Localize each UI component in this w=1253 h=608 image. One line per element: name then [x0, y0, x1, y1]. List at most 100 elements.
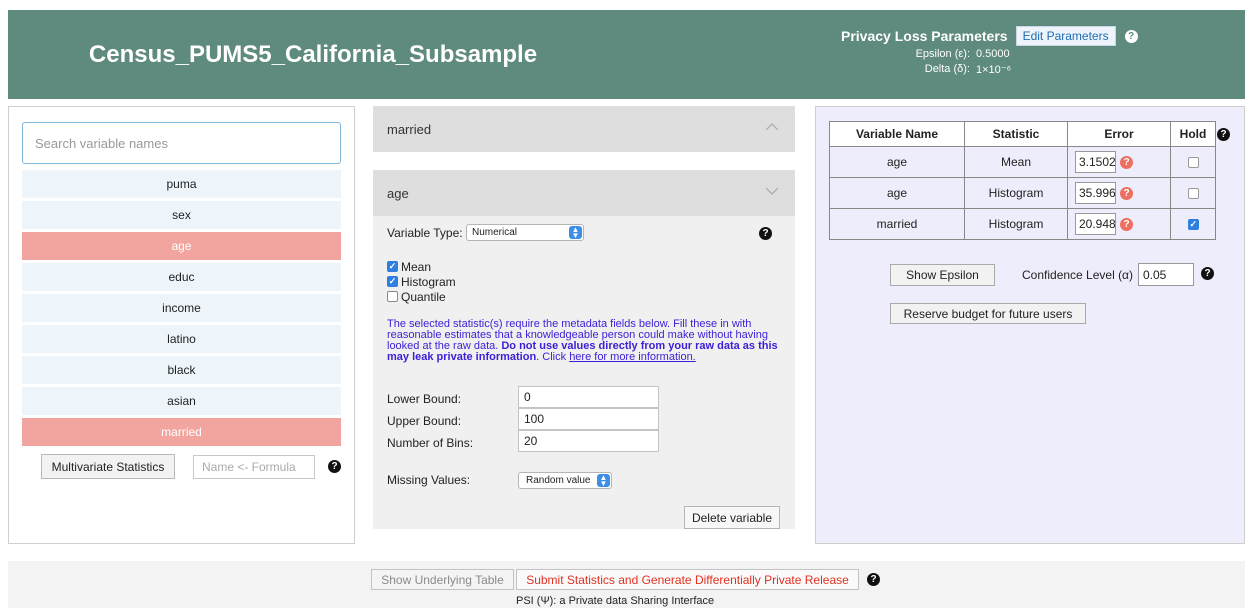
variable-label: black [167, 363, 196, 377]
table-row: married Histogram 20.948? [829, 208, 1216, 240]
variable-item-black[interactable]: black [22, 356, 341, 384]
variable-type-select[interactable]: Numerical ▲ ▼ [466, 224, 584, 241]
variable-cell: age [829, 146, 965, 178]
statistic-cell: Histogram [964, 177, 1068, 209]
epsilon-label: Epsilon (ε): [915, 48, 970, 60]
table-row: age Mean 3.1502? [829, 146, 1216, 178]
footer-tagline: PSI (Ψ): a Private data Sharing Interfac… [516, 595, 715, 607]
show-epsilon-button[interactable]: Show Epsilon [890, 264, 995, 286]
edit-parameters-button[interactable]: Edit Parameters [1015, 26, 1116, 46]
error-input[interactable]: 3.1502 [1075, 151, 1116, 173]
missing-values-select[interactable]: Random value ▲ ▼ [518, 472, 612, 489]
number-of-bins-label: Number of Bins: [387, 436, 474, 450]
column-header: Variable Name [829, 121, 965, 147]
mean-checkbox[interactable]: Mean [387, 259, 456, 274]
help-icon[interactable]: ? [1120, 217, 1133, 231]
error-input[interactable]: 20.948 [1075, 213, 1116, 235]
married-accordion-header[interactable]: married [373, 106, 795, 152]
variable-label: educ [168, 270, 195, 284]
statistics-table: Variable Name Statistic Error Hold age M… [829, 121, 1216, 240]
variable-label: married [161, 425, 202, 439]
statistic-cell: Mean [964, 146, 1068, 178]
reserve-budget-button[interactable]: Reserve budget for future users [890, 303, 1086, 324]
statistic-cell: Histogram [964, 208, 1068, 240]
privacy-title: Privacy Loss Parameters [841, 28, 1008, 44]
delta-label: Delta (δ): [924, 63, 970, 75]
variable-type-value: Numerical [472, 227, 518, 238]
age-accordion-header[interactable]: age [373, 170, 795, 216]
variable-item-puma[interactable]: puma [22, 170, 341, 198]
help-icon[interactable]: ? [328, 460, 341, 473]
variable-label: sex [172, 208, 191, 222]
metadata-notice: The selected statistic(s) require the me… [387, 319, 782, 363]
number-of-bins-input[interactable]: 20 [518, 430, 659, 452]
hold-checkbox[interactable] [1187, 219, 1199, 231]
missing-values-label: Missing Values: [387, 473, 471, 487]
delta-value: 1×10⁻⁶ [976, 64, 1012, 76]
lower-bound-input[interactable]: 0 [518, 386, 659, 408]
accordion-title: age [387, 185, 409, 201]
help-icon[interactable]: ? [1201, 267, 1214, 280]
search-input[interactable] [22, 122, 341, 164]
hold-cell [1170, 177, 1216, 209]
quantile-checkbox[interactable]: Quantile [387, 289, 456, 304]
variable-item-married[interactable]: married [22, 418, 341, 446]
checkbox-unchecked-icon [387, 291, 398, 302]
age-variable-body: Variable Type: Numerical ▲▼ ? Mean Histo… [373, 216, 795, 529]
help-icon[interactable]: ? [1120, 186, 1133, 200]
privacy-parameters: Privacy Loss Parameters Edit Parameters … [838, 24, 1168, 78]
help-icon[interactable]: ? [759, 227, 772, 240]
chevron-up-icon [765, 123, 779, 131]
variable-label: asian [167, 394, 196, 408]
multivariate-statistics-button[interactable]: Multivariate Statistics [41, 454, 175, 479]
variable-item-asian[interactable]: asian [22, 387, 341, 415]
checkbox-checked-icon [387, 276, 398, 287]
lower-bound-label: Lower Bound: [387, 392, 462, 406]
help-icon[interactable]: ? [1120, 155, 1133, 169]
footer-bar: Show Underlying Table Submit Statistics … [8, 561, 1245, 608]
hold-cell [1170, 208, 1216, 240]
select-arrows-icon: ▲ ▼ [569, 225, 582, 239]
variable-cell: age [829, 177, 965, 209]
hold-checkbox[interactable] [1187, 188, 1199, 200]
variable-item-latino[interactable]: latino [22, 325, 341, 353]
variable-item-income[interactable]: income [22, 294, 341, 322]
variable-list: puma sex age educ income latino black as… [22, 170, 341, 449]
missing-values-value: Random value [526, 475, 591, 486]
hold-checkbox[interactable] [1187, 157, 1199, 169]
delete-variable-button[interactable]: Delete variable [684, 506, 780, 529]
submit-release-button[interactable]: Submit Statistics and Generate Different… [516, 569, 859, 590]
checkbox-label: Mean [401, 259, 432, 274]
variable-label: age [171, 239, 192, 253]
more-info-link[interactable]: here for more information. [569, 351, 696, 363]
table-row: age Histogram 35.996? [829, 177, 1216, 209]
error-cell: 35.996? [1067, 177, 1171, 209]
column-header: Statistic [964, 121, 1068, 147]
checkbox-label: Quantile [401, 289, 446, 304]
histogram-checkbox[interactable]: Histogram [387, 274, 456, 289]
help-icon[interactable]: ? [867, 573, 880, 586]
help-icon[interactable]: ? [1217, 128, 1230, 141]
error-input[interactable]: 35.996 [1075, 182, 1116, 204]
help-icon[interactable]: ? [1124, 29, 1138, 43]
confidence-level-label: Confidence Level (α) [1022, 268, 1133, 282]
variable-item-sex[interactable]: sex [22, 201, 341, 229]
column-header: Hold [1170, 121, 1216, 147]
error-cell: 3.1502? [1067, 146, 1171, 178]
upper-bound-input[interactable]: 100 [518, 408, 659, 430]
error-cell: 20.948? [1067, 208, 1171, 240]
show-underlying-table-button[interactable]: Show Underlying Table [371, 569, 514, 590]
formula-input[interactable] [193, 455, 315, 479]
chevron-down-icon [765, 187, 779, 195]
variable-item-educ[interactable]: educ [22, 263, 341, 291]
checkbox-label: Histogram [401, 274, 456, 289]
variable-label: puma [166, 177, 197, 191]
variable-details-panel: married age Variable Type: Numerical ▲ ▼ … [373, 106, 795, 529]
variable-sidebar: puma sex age educ income latino black as… [8, 106, 355, 544]
variable-item-age[interactable]: age [22, 232, 341, 260]
variable-label: income [162, 301, 201, 315]
confidence-level-input[interactable]: 0.05 [1138, 263, 1194, 286]
hold-cell [1170, 146, 1216, 178]
statistics-panel: Variable Name Statistic Error Hold age M… [815, 106, 1245, 544]
variable-type-label: Variable Type: [387, 226, 463, 240]
